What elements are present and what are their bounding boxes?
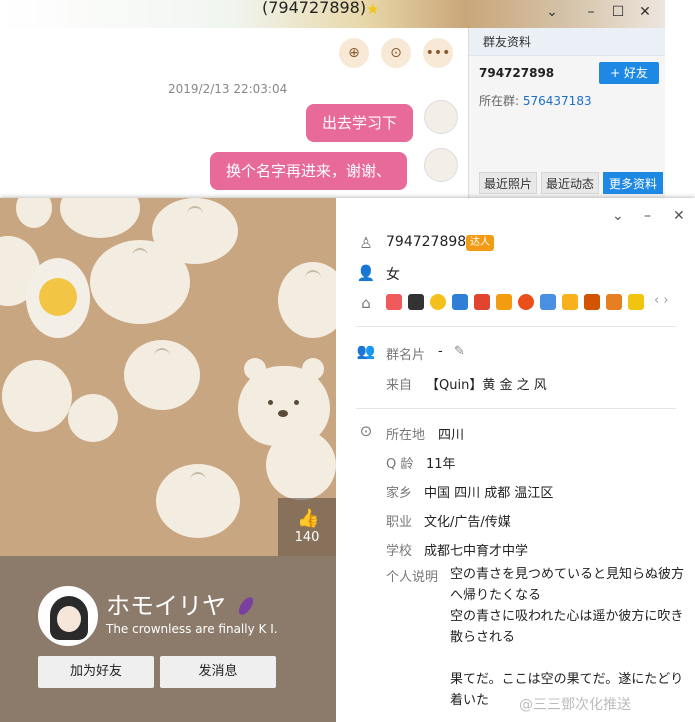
tab-recent-photos[interactable]: 最近照片	[479, 172, 537, 194]
source-value: 【Quin】黄 金 之 风	[426, 378, 547, 393]
chat-message-area: ⊕ ⊙ ••• 2019/2/13 22:03:04 出去学习下 换个名字再进来…	[0, 28, 468, 198]
group-card-label: 群名片	[386, 348, 426, 363]
hometown-value: 中国 四川 成都 温江区	[424, 486, 554, 501]
penguin-badge-icon[interactable]	[408, 294, 424, 310]
pencil-icon[interactable]: ✎	[454, 344, 465, 359]
bear-face-decoration	[238, 358, 330, 446]
pet-badge-icon[interactable]	[584, 294, 600, 310]
profile-card-window: 👍 140 ホモイリヤ The crownless are finally K …	[0, 198, 695, 722]
chevron-down-icon[interactable]: ⌄	[541, 2, 563, 22]
chevron-down-icon[interactable]: ⌄	[612, 208, 624, 224]
profile-cover: 👍 140 ホモイリヤ The crownless are finally K …	[0, 198, 336, 722]
divider	[356, 408, 676, 409]
profile-qq-number: 794727898	[386, 234, 467, 250]
bio-line	[450, 648, 686, 669]
badge-scroll-arrows[interactable]: ‹ ›	[654, 293, 669, 308]
add-member-button[interactable]: ⊕	[339, 38, 369, 68]
home-icon: ⌂	[361, 294, 371, 312]
chat-titlebar: (794727898) ★ ⌄ – ☐ ✕	[0, 0, 665, 28]
member-side-panel: 群友资料 794727898 + 好友 所在群: 576437183 最近照片 …	[468, 28, 665, 198]
eggplant-icon	[236, 594, 256, 618]
crown-badge-icon[interactable]	[628, 294, 644, 310]
job-label: 职业	[386, 515, 413, 530]
shield-badge-icon[interactable]	[562, 294, 578, 310]
qq-penguin-icon: ♙	[359, 234, 373, 252]
add-friend-button[interactable]: + 好友	[599, 62, 659, 84]
group-card-value: -	[438, 344, 443, 359]
member-settings-button[interactable]: ⊙	[381, 38, 411, 68]
more-options-button[interactable]: •••	[423, 38, 453, 68]
dumpling-decoration	[156, 464, 240, 538]
weibo-watermark: @三三鄧次化推送	[519, 697, 631, 713]
like-count: 140	[294, 530, 320, 545]
chat-window-title: (794727898)	[262, 0, 367, 17]
add-friend-button[interactable]: 加为好友	[38, 656, 154, 688]
profile-nickname: ホモイリヤ	[106, 592, 226, 620]
member-group-info: 所在群: 576437183	[479, 92, 592, 109]
side-panel-header: 群友资料	[469, 28, 665, 56]
message-bubble[interactable]: 换个名字再进来，谢谢、	[210, 152, 408, 190]
profile-gender: 女	[386, 267, 400, 283]
qage-label: Q 龄	[386, 457, 414, 472]
bio-text: 空の青さを見つめていると見知らぬ彼方へ帰りたくなる 空の青さに吸われた心は遥か彼…	[450, 564, 686, 711]
school-value: 成都七中育才中学	[424, 544, 529, 559]
music-badge-icon[interactable]	[540, 294, 556, 310]
hometown-label: 家乡	[386, 486, 413, 501]
dumpling-decoration	[60, 198, 140, 238]
star-badge-icon[interactable]	[430, 294, 446, 310]
profile-identity-panel: ホモイリヤ The crownless are finally K I. 加为好…	[0, 556, 336, 722]
expert-badge: 达人	[466, 235, 494, 251]
message-timestamp: 2019/2/13 22:03:04	[168, 82, 288, 96]
bio-label: 个人说明	[386, 570, 439, 585]
tab-more-info[interactable]: 更多资料	[603, 172, 663, 194]
group-label: 所在群:	[479, 94, 520, 108]
person-icon: 👤	[356, 264, 376, 282]
member-qq-number: 794727898	[479, 66, 555, 80]
profile-info-panel: ⌄ – ✕ ♙ 794727898 达人 👤 女 ⌂ ‹ › 👥 群名片 - ✎	[336, 198, 695, 722]
sender-avatar[interactable]	[424, 148, 458, 182]
minimize-icon[interactable]: –	[644, 208, 651, 224]
qage-value: 11年	[426, 457, 456, 472]
send-message-button[interactable]: 发消息	[160, 656, 276, 688]
message-bubble[interactable]: 出去学习下	[306, 104, 414, 142]
like-button[interactable]: 👍 140	[278, 498, 336, 556]
more-info-icon: ⊙	[359, 422, 373, 440]
tab-recent-activity[interactable]: 最近动态	[541, 172, 599, 194]
circle-badge-icon[interactable]	[518, 294, 534, 310]
school-label: 学校	[386, 544, 413, 559]
bio-line: 空の青さを見つめていると見知らぬ彼方へ帰りたくなる	[450, 567, 685, 603]
close-icon[interactable]: ✕	[634, 2, 656, 22]
dumpling-decoration	[2, 360, 72, 432]
group-card-icon: 👥	[356, 342, 376, 360]
bio-line: 空の青さに吸われた心は遥か彼方に吹き散らされる	[450, 609, 684, 645]
location-value: 四川	[438, 428, 465, 443]
job-value: 文化/广告/传媒	[424, 515, 511, 530]
dumpling-decoration	[278, 262, 336, 338]
thumbs-up-icon: 👍	[297, 508, 320, 529]
heart-badge-icon[interactable]	[386, 294, 402, 310]
source-label: 来自	[386, 378, 413, 393]
vip-badge-icon[interactable]	[496, 294, 512, 310]
dumpling-decoration	[68, 394, 118, 442]
fire-badge-icon[interactable]	[606, 294, 622, 310]
maximize-icon[interactable]: ☐	[607, 2, 629, 22]
egg-decoration	[26, 258, 90, 338]
dumpling-decoration	[16, 198, 52, 228]
close-icon[interactable]: ✕	[673, 208, 685, 224]
dumpling-decoration	[190, 318, 250, 358]
sender-avatar[interactable]	[424, 100, 458, 134]
profile-signature: The crownless are finally K I.	[106, 622, 278, 636]
dumpling-decoration	[124, 340, 200, 410]
dumpling-decoration	[90, 240, 190, 324]
profile-avatar[interactable]	[38, 586, 98, 646]
location-label: 所在地	[386, 428, 426, 443]
photo-badge-icon[interactable]	[452, 294, 468, 310]
minimize-icon[interactable]: –	[580, 2, 602, 22]
divider	[356, 326, 676, 327]
star-icon: ★	[366, 0, 380, 18]
game-badge-icon[interactable]	[474, 294, 490, 310]
group-number-link[interactable]: 576437183	[523, 94, 592, 108]
